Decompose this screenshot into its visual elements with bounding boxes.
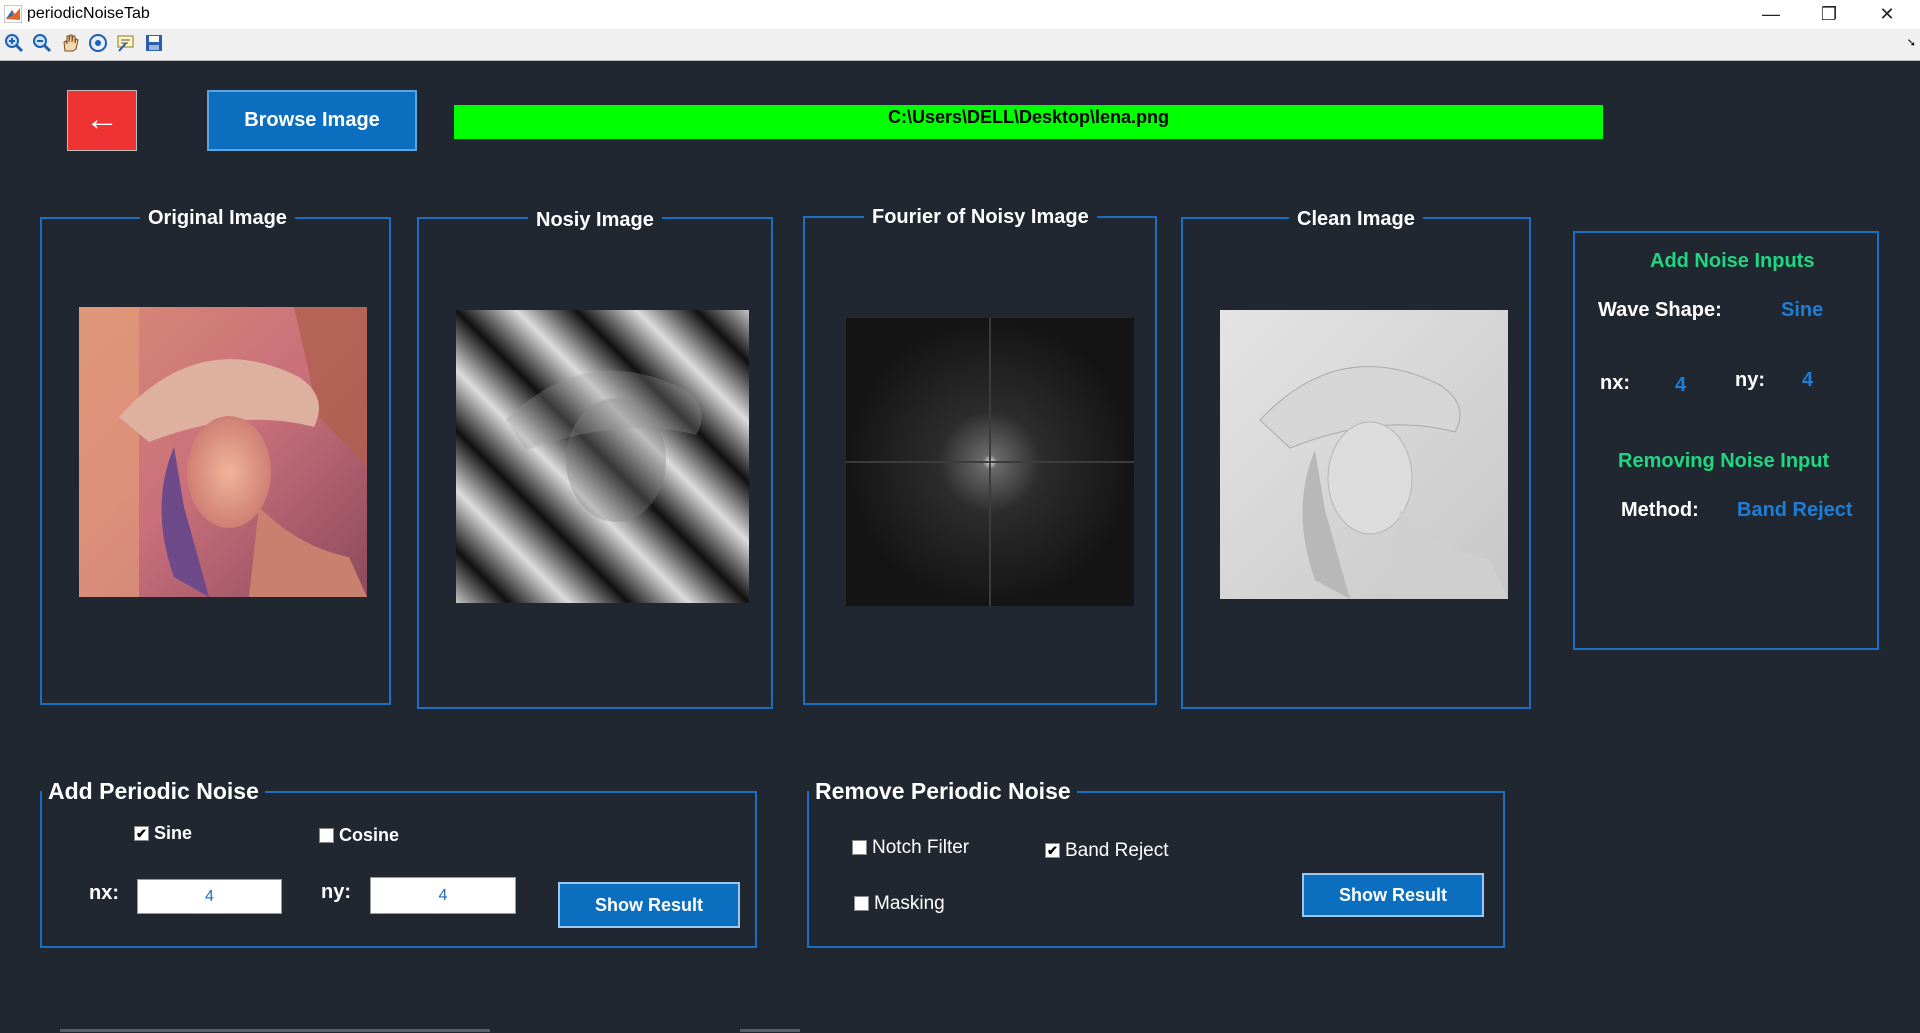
file-path-display: C:\Users\DELL\Desktop\lena.png [454,105,1603,139]
nx-label: nx: [89,882,119,904]
method-label: Method: [1621,499,1699,521]
add-periodic-noise-title: Add Periodic Noise [42,778,265,805]
remove-periodic-noise-group [807,791,1505,948]
save-icon[interactable] [143,33,165,55]
wave-shape-value: Sine [1781,299,1824,321]
band-reject-checkbox[interactable]: ✔ [1045,843,1060,858]
notch-filter-checkbox[interactable] [852,840,867,855]
info-nx-value: 4 [1675,374,1687,396]
toolbar-expand-icon[interactable]: ➘ [1907,36,1916,49]
ny-label: ny: [321,881,351,903]
removing-noise-heading: Removing Noise Input [1618,450,1830,472]
scrollbar-thumb[interactable] [740,1029,800,1032]
masking-checkbox[interactable] [854,896,869,911]
cosine-checkbox[interactable] [319,828,334,843]
back-button[interactable]: ← [67,90,137,151]
browse-image-button[interactable]: Browse Image [207,90,417,151]
zoom-out-icon[interactable] [31,33,53,55]
sine-checkbox[interactable]: ✔ [134,826,149,841]
clean-image-title: Clean Image [1289,208,1423,231]
info-ny-value: 4 [1802,369,1814,391]
info-ny-label: ny: [1735,369,1765,391]
remove-periodic-noise-title: Remove Periodic Noise [809,778,1077,805]
minimize-button[interactable]: — [1742,0,1800,29]
masking-label: Masking [874,893,945,914]
original-image [79,307,367,597]
ny-input[interactable] [370,877,516,914]
original-image-title: Original Image [140,207,295,230]
data-cursor-icon[interactable] [115,33,137,55]
horizontal-scrollbar[interactable] [60,1029,490,1032]
notch-filter-label: Notch Filter [872,837,970,858]
zoom-in-icon[interactable] [3,33,25,55]
fourier-spectrum-image [846,318,1134,606]
wave-shape-label: Wave Shape: [1598,299,1722,321]
fourier-image-title: Fourier of Noisy Image [864,206,1097,229]
band-reject-label: Band Reject [1065,840,1169,861]
info-nx-label: nx: [1600,372,1630,394]
remove-noise-show-result-button[interactable]: Show Result [1302,873,1484,917]
window-title: periodicNoiseTab [27,5,150,22]
title-bar [0,0,1920,29]
nx-input[interactable] [137,879,282,914]
add-noise-inputs-heading: Add Noise Inputs [1650,250,1815,272]
noisy-image-title: Nosiy Image [528,209,662,232]
pan-hand-icon[interactable] [59,33,81,55]
cosine-label: Cosine [339,825,400,845]
info-panel [1573,231,1879,650]
matlab-icon [3,4,23,24]
add-noise-show-result-button[interactable]: Show Result [558,882,740,928]
sine-label: Sine [154,823,193,843]
figure-toolbar [0,29,1920,61]
close-button[interactable]: ✕ [1858,0,1916,29]
restore-button[interactable]: ❐ [1800,0,1858,29]
rotate-3d-icon[interactable] [87,33,109,55]
method-value: Band Reject [1737,499,1853,521]
clean-image [1220,310,1508,599]
noisy-image [456,310,749,603]
